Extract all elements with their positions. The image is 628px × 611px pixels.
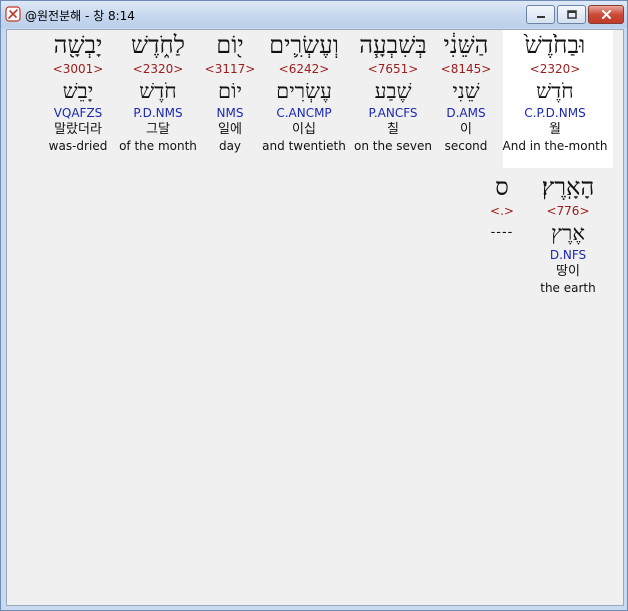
word-5[interactable]: לַחֹ֑דֶשׁ <2320> חֹדֶשׁ P.D.NMS 그달 of th… — [119, 30, 197, 154]
strong-number[interactable]: <3117> — [205, 61, 256, 77]
window-title: @원전분해 - 창 8:14 — [25, 9, 135, 23]
lemma: יוֹם — [218, 79, 242, 103]
word-3[interactable]: וְעֶשְׂרִ֛ים <6242> עֶשְׂרִים C.ANCMP 이십… — [262, 30, 346, 154]
strong-number[interactable]: <7651> — [354, 61, 432, 77]
close-icon — [601, 10, 611, 19]
word-0[interactable]: וּבַחֹ֙דֶשׁ֙ <2320> חֹדֶשׁ C.P.D.NMS 월 A… — [503, 30, 608, 154]
lemma-placeholder: ---- — [490, 225, 514, 240]
hebrew-word: לַחֹ֑דֶשׁ — [131, 31, 185, 59]
lemma: אֶרֶץ — [551, 221, 585, 245]
english-gloss: second — [444, 139, 488, 153]
app-window: @원전분해 - 창 8:14 וּבַחֹ֙דֶשׁ֙ <2320> חֹדֶש… — [0, 0, 628, 611]
strong-number[interactable]: <8145> — [441, 61, 492, 77]
parsing-code: VQAFZS — [53, 106, 103, 120]
english-gloss: the earth — [540, 281, 596, 295]
minimize-icon — [536, 15, 545, 18]
lemma: חֹדֶשׁ — [536, 79, 574, 103]
korean-gloss: 월 — [549, 122, 561, 137]
maximize-button[interactable] — [557, 5, 586, 24]
interlinear-panel: וּבַחֹ֙דֶשׁ֙ <2320> חֹדֶשׁ C.P.D.NMS 월 A… — [6, 29, 624, 606]
parsing-code: C.ANCMP — [276, 106, 332, 120]
korean-gloss: 이 — [460, 122, 472, 137]
hebrew-word: י֖וֹם — [216, 31, 244, 59]
english-gloss: day — [218, 139, 242, 153]
hebrew-word: וְעֶשְׂרִ֛ים — [269, 31, 339, 59]
korean-gloss: 일에 — [218, 122, 242, 137]
lemma: שֶׁבַע — [374, 79, 412, 103]
strong-number[interactable]: <.> — [490, 203, 514, 219]
word-1[interactable]: הַשֵּׁנִ֔י <8145> שֵׁנִי D.AMS 이 second — [441, 30, 492, 154]
hebrew-word: ס — [495, 173, 509, 201]
english-gloss: And in the-month — [502, 139, 608, 153]
hebrew-word: בְּשִׁבְעָ֧ה — [359, 31, 427, 59]
lemma: חֹדֶשׁ — [139, 79, 177, 103]
strong-number[interactable]: <2320> — [119, 61, 197, 77]
word-7[interactable]: הָאָֽרֶץ׃ <776> אֶרֶץ D.NFS 땅이 the earth — [540, 172, 596, 296]
word-6[interactable]: יָבְשָׁ֖ה <3001> יָבֵשׁ VQAFZS 말랐더라 was-… — [49, 30, 108, 154]
parsing-code: D.NFS — [549, 248, 587, 262]
close-button[interactable] — [588, 5, 624, 24]
english-gloss: of the month — [119, 139, 197, 153]
strong-number[interactable]: <776> — [540, 203, 596, 219]
korean-gloss: 그달 — [146, 122, 170, 137]
lemma: שֵׁנִי — [452, 79, 480, 103]
word-8[interactable]: ס <.> ---- — [490, 172, 514, 247]
maximize-icon — [566, 9, 577, 19]
english-gloss: and twentieth — [262, 139, 346, 153]
hebrew-word: הָאָֽרֶץ׃ — [541, 173, 595, 201]
korean-gloss: 말랐더라 — [54, 122, 102, 137]
parsing-code: D.AMS — [446, 106, 486, 120]
parsing-code: P.ANCFS — [368, 106, 418, 120]
lemma: יָבֵשׁ — [62, 79, 94, 103]
parsing-code: C.P.D.NMS — [524, 106, 586, 120]
hebrew-word: יָבְשָׁ֖ה — [53, 31, 103, 59]
strong-number[interactable]: <6242> — [262, 61, 346, 77]
hebrew-word: וּבַחֹ֙דֶשׁ֙ — [524, 31, 586, 59]
parsing-code: P.D.NMS — [133, 106, 183, 120]
lemma: עֶשְׂרִים — [276, 79, 332, 103]
word-2[interactable]: בְּשִׁבְעָ֧ה <7651> שֶׁבַע P.ANCFS 칠 on … — [354, 30, 432, 154]
strong-number[interactable]: <2320> — [503, 61, 608, 77]
title-bar[interactable]: @원전분해 - 창 8:14 — [1, 1, 627, 28]
korean-gloss: 이십 — [292, 122, 316, 137]
korean-gloss: 땅이 — [556, 264, 580, 279]
english-gloss: was-dried — [48, 139, 108, 153]
strong-number[interactable]: <3001> — [49, 61, 108, 77]
parsing-code: NMS — [216, 106, 244, 120]
english-gloss: on the seven — [354, 139, 432, 153]
app-icon — [5, 6, 21, 22]
korean-gloss: 칠 — [387, 122, 399, 137]
word-4[interactable]: י֖וֹם <3117> יוֹם NMS 일에 day — [205, 30, 256, 154]
hebrew-word: הַשֵּׁנִ֔י — [443, 31, 489, 59]
minimize-button[interactable] — [526, 5, 555, 24]
